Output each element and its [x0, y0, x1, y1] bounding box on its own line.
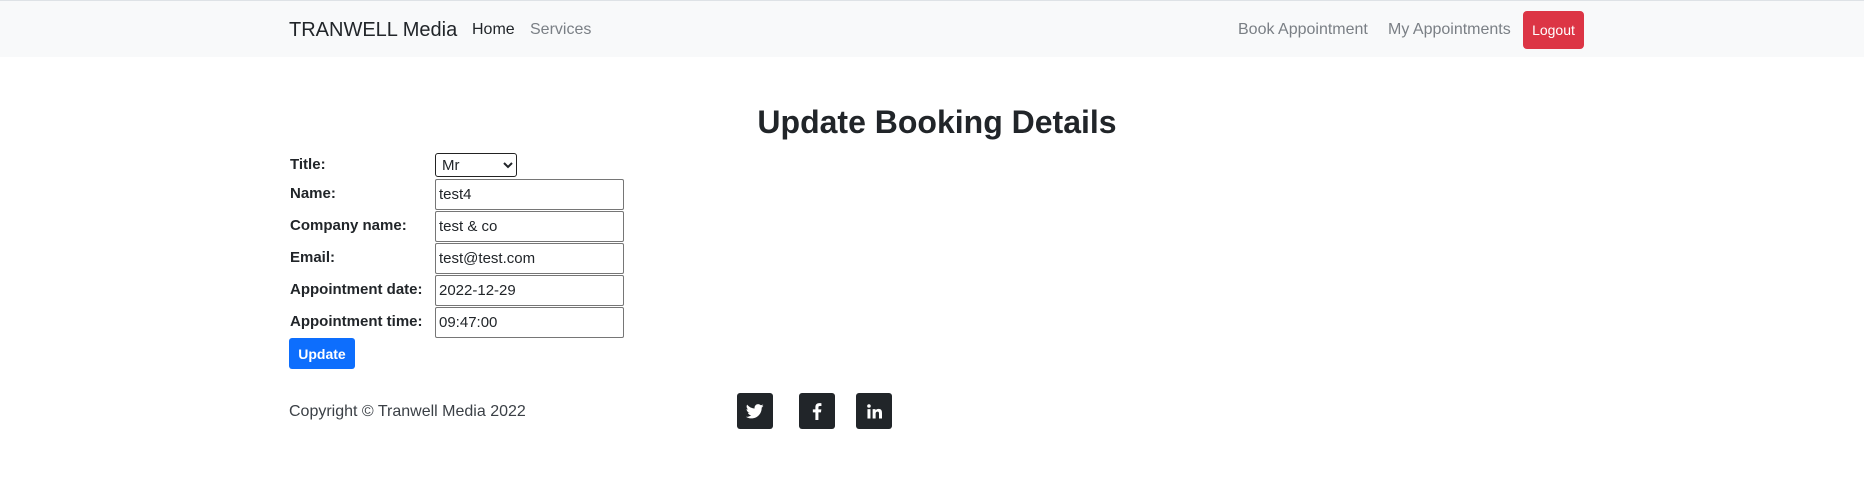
title-select[interactable]: Mr: [435, 153, 517, 177]
nav-link-services[interactable]: Services: [530, 21, 591, 39]
update-button[interactable]: Update: [289, 338, 355, 369]
email-input[interactable]: [435, 243, 624, 274]
nav-link-home[interactable]: Home: [472, 21, 515, 39]
name-label: Name:: [290, 185, 336, 202]
copyright-text: Copyright © Tranwell Media 2022: [289, 403, 526, 420]
name-input[interactable]: [435, 179, 624, 210]
facebook-link[interactable]: [799, 393, 835, 429]
twitter-link[interactable]: [737, 393, 773, 429]
brand-link[interactable]: TRANWELL Media: [289, 19, 457, 42]
nav-link-book-appointment[interactable]: Book Appointment: [1238, 21, 1368, 39]
company-name-label: Company name:: [290, 217, 407, 234]
company-name-input[interactable]: [435, 211, 624, 242]
page-title: Update Booking Details: [757, 104, 1117, 140]
linkedin-link[interactable]: [856, 393, 892, 429]
logout-button[interactable]: Logout: [1523, 11, 1584, 49]
appointment-date-label: Appointment date:: [290, 281, 423, 298]
nav-link-my-appointments[interactable]: My Appointments: [1388, 21, 1511, 39]
appointment-time-input[interactable]: [435, 307, 624, 338]
facebook-icon: [812, 402, 822, 420]
linkedin-icon: [866, 403, 882, 419]
navbar: TRANWELL Media Home Services Book Appoin…: [0, 0, 1864, 57]
title-label: Title:: [290, 156, 326, 173]
email-label: Email:: [290, 249, 336, 266]
appointment-time-label: Appointment time:: [290, 313, 423, 330]
twitter-icon: [746, 403, 764, 418]
appointment-date-input[interactable]: [435, 275, 624, 306]
